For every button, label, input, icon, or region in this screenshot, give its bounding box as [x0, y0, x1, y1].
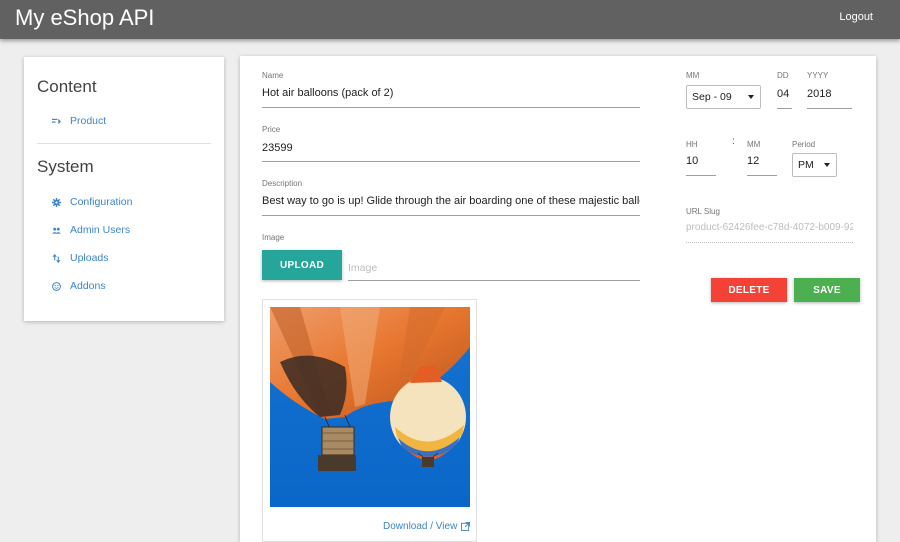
sidebar-item-label: Admin Users	[70, 224, 131, 236]
description-field[interactable]: Best way to go is up! Glide through the …	[262, 195, 640, 207]
year-label: YYYY	[807, 71, 829, 80]
sidebar-item-admin-users[interactable]: Admin Users	[51, 224, 130, 236]
sidebar-item-label: Uploads	[70, 252, 109, 264]
sidebar-item-uploads[interactable]: Uploads	[51, 252, 109, 264]
chevron-down-icon	[748, 95, 754, 99]
month-select[interactable]: Sep - 09	[686, 85, 761, 109]
sidebar-item-label: Product	[70, 115, 107, 127]
chevron-down-icon	[824, 163, 830, 167]
sidebar-divider	[37, 143, 211, 144]
save-button[interactable]: SAVE	[794, 278, 860, 302]
name-field[interactable]: Hot air balloons (pack of 2)	[262, 87, 393, 99]
sidebar-heading-system: System	[37, 157, 94, 176]
day-underline	[777, 108, 792, 109]
minute-underline	[747, 175, 777, 176]
delete-button[interactable]: DELETE	[711, 278, 787, 302]
url-slug-label: URL Slug	[686, 207, 720, 216]
price-underline	[262, 161, 640, 162]
hour-field[interactable]: 10	[686, 155, 698, 167]
period-label: Period	[792, 140, 816, 149]
sidebar-item-label: Addons	[70, 280, 106, 292]
image-preview-card: Download / View	[262, 299, 477, 542]
sort-list-icon	[51, 116, 61, 126]
users-icon	[51, 225, 61, 235]
month-select-value: Sep - 09	[692, 91, 732, 103]
product-edit-panel: Name Hot air balloons (pack of 2) Price …	[240, 56, 876, 542]
upload-button[interactable]: UPLOAD	[262, 250, 342, 280]
download-view-link[interactable]: Download / View	[383, 521, 471, 532]
sidebar-item-product[interactable]: Product	[51, 115, 106, 127]
gear-icon	[51, 197, 61, 207]
period-select-value: PM	[798, 159, 814, 171]
sidebar-item-addons[interactable]: Addons	[51, 280, 106, 292]
name-underline	[262, 107, 640, 108]
download-view-label: Download / View	[383, 521, 458, 532]
description-label: Description	[262, 179, 303, 188]
hour-underline	[686, 175, 716, 176]
url-slug-field: product-62426fee-c78d-4072-b009-92	[686, 222, 853, 233]
image-label: Image	[262, 233, 285, 242]
price-label: Price	[262, 125, 281, 134]
external-link-icon	[461, 522, 471, 531]
logout-link[interactable]: Logout	[839, 11, 873, 23]
minute-label: MM	[747, 140, 761, 149]
name-label: Name	[262, 71, 284, 80]
day-label: DD	[777, 71, 789, 80]
image-path-input[interactable]	[348, 256, 640, 281]
day-field[interactable]: 04	[777, 88, 789, 100]
year-underline	[807, 108, 852, 109]
face-icon	[51, 281, 61, 291]
sidebar-item-configuration[interactable]: Configuration	[51, 196, 132, 208]
time-separator: :	[732, 136, 735, 147]
hour-label: HH	[686, 140, 698, 149]
url-slug-underline	[686, 242, 853, 243]
minute-field[interactable]: 12	[747, 155, 759, 167]
product-image	[270, 307, 470, 507]
year-field[interactable]: 2018	[807, 88, 831, 100]
sidebar: Content Product System Configuration Adm…	[24, 57, 224, 321]
sidebar-item-label: Configuration	[70, 196, 133, 208]
month-label: MM	[686, 71, 700, 80]
app-title: My eShop API	[15, 5, 155, 30]
description-underline	[262, 215, 640, 216]
period-select[interactable]: PM	[792, 153, 837, 177]
swap-vertical-icon	[51, 253, 61, 263]
top-app-bar: My eShop API Logout	[0, 0, 900, 39]
sidebar-heading-content: Content	[37, 77, 97, 96]
price-field[interactable]: 23599	[262, 142, 293, 154]
